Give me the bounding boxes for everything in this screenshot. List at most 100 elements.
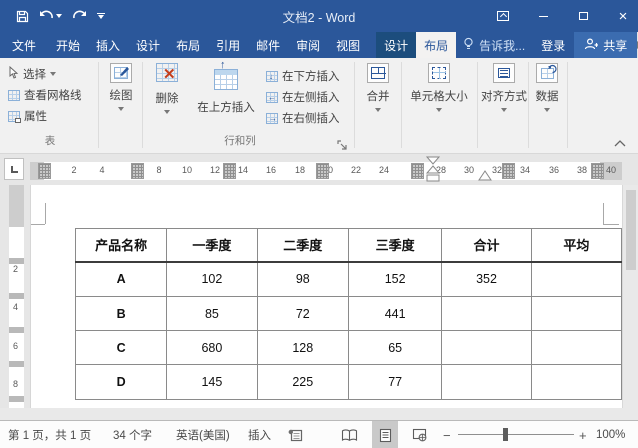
delete-button[interactable]: ✕ 删除 <box>146 63 188 114</box>
zoom-slider-thumb[interactable] <box>503 428 508 441</box>
tab-developer[interactable]: 开发工具 <box>368 32 376 58</box>
table-column-marker[interactable] <box>38 163 51 179</box>
table-cell[interactable]: 352 <box>442 262 531 297</box>
table-cell[interactable] <box>442 297 531 331</box>
table-cell[interactable]: D <box>76 365 167 400</box>
tab-file[interactable]: 文件 <box>0 32 48 58</box>
table-cell[interactable] <box>531 331 621 365</box>
table-cell[interactable]: B <box>76 297 167 331</box>
table-row-marker[interactable] <box>9 361 24 367</box>
zoom-level[interactable]: 100% <box>596 421 625 448</box>
table-cell[interactable] <box>442 331 531 365</box>
web-layout-button[interactable] <box>406 421 432 448</box>
vertical-scrollbar[interactable] <box>622 185 638 420</box>
table-cell[interactable]: 680 <box>167 331 257 365</box>
tell-me-box[interactable]: 告诉我... <box>456 32 532 58</box>
table-cell[interactable]: A <box>76 262 167 297</box>
table-cell[interactable]: 85 <box>167 297 257 331</box>
insert-right-button[interactable]: → 在右侧插入 <box>266 110 340 126</box>
table-cell[interactable]: 77 <box>348 365 441 400</box>
header-cell[interactable]: 平均 <box>531 229 621 262</box>
undo-icon[interactable] <box>39 10 62 22</box>
tab-insert[interactable]: 插入 <box>88 32 128 58</box>
tab-home[interactable]: 开始 <box>48 32 88 58</box>
minimize-icon[interactable] <box>536 9 550 23</box>
language-indicator[interactable]: 英语(美国) <box>176 421 230 448</box>
table-row-marker[interactable] <box>9 327 24 333</box>
properties-button[interactable]: 属性 <box>8 108 47 124</box>
table-cell[interactable] <box>531 262 621 297</box>
table-column-marker[interactable] <box>502 163 515 179</box>
merge-button[interactable]: 合并 <box>357 63 399 112</box>
table-column-marker[interactable] <box>411 163 424 179</box>
table-cell[interactable]: 441 <box>348 297 441 331</box>
sign-in-button[interactable]: 登录 <box>532 32 574 58</box>
document-table[interactable]: 产品名称 一季度 二季度 三季度 合计 平均 A 102 98 152 352 … <box>75 228 622 400</box>
table-cell[interactable]: 128 <box>257 331 348 365</box>
insert-mode[interactable]: 插入 <box>248 421 271 448</box>
tab-references[interactable]: 引用 <box>208 32 248 58</box>
header-cell[interactable]: 合计 <box>442 229 531 262</box>
maximize-icon[interactable] <box>576 9 590 23</box>
indent-markers[interactable] <box>425 155 441 186</box>
table-column-marker[interactable] <box>223 163 236 179</box>
read-mode-button[interactable] <box>336 421 362 448</box>
page-info[interactable]: 第 1 页，共 1 页 <box>8 421 91 448</box>
tab-table-design[interactable]: 设计 <box>376 32 416 58</box>
header-cell[interactable]: 二季度 <box>257 229 348 262</box>
table-cell[interactable] <box>531 297 621 331</box>
header-cell[interactable]: 一季度 <box>167 229 257 262</box>
ribbon-display-options-icon[interactable] <box>496 9 510 23</box>
macro-record-icon[interactable] <box>288 421 303 448</box>
scrollbar-thumb[interactable] <box>626 190 636 270</box>
table-cell[interactable]: 102 <box>167 262 257 297</box>
tab-stop-selector[interactable] <box>4 158 24 180</box>
cell-size-button[interactable]: 单元格大小 <box>405 63 473 112</box>
header-cell[interactable]: 三季度 <box>348 229 441 262</box>
table-cell[interactable]: 152 <box>348 262 441 297</box>
table-cell[interactable] <box>442 365 531 400</box>
table-cell[interactable]: C <box>76 331 167 365</box>
header-cell[interactable]: 产品名称 <box>76 229 167 262</box>
word-count[interactable]: 34 个字 <box>113 421 152 448</box>
table-cell[interactable] <box>531 365 621 400</box>
customize-qat-icon[interactable] <box>97 13 105 19</box>
view-gridlines-button[interactable]: 查看网格线 <box>8 87 82 103</box>
alignment-button[interactable]: 对齐方式 <box>480 63 528 112</box>
tab-design[interactable]: 设计 <box>128 32 168 58</box>
right-indent-marker[interactable] <box>478 170 492 182</box>
draw-table-button[interactable]: 绘图 <box>102 63 140 111</box>
table-cell[interactable]: 65 <box>348 331 441 365</box>
tab-review[interactable]: 审阅 <box>288 32 328 58</box>
zoom-slider-track[interactable] <box>458 434 574 435</box>
zoom-in-button[interactable]: + <box>579 421 587 448</box>
horizontal-ruler[interactable]: 2 4 8 10 12 14 16 18 20 22 24 28 30 32 3… <box>30 162 622 180</box>
table-cell[interactable]: 72 <box>257 297 348 331</box>
vertical-ruler[interactable]: 2 4 6 8 <box>9 185 24 408</box>
select-button[interactable]: 选择 <box>8 66 56 82</box>
table-row-marker[interactable] <box>9 258 24 264</box>
zoom-out-button[interactable]: − <box>443 421 451 448</box>
document-page[interactable]: 产品名称 一季度 二季度 三季度 合计 平均 A 102 98 152 352 … <box>30 185 622 408</box>
data-button[interactable]: 数据 <box>531 63 563 112</box>
tab-view[interactable]: 视图 <box>328 32 368 58</box>
table-column-marker[interactable] <box>316 163 329 179</box>
tab-layout[interactable]: 布局 <box>168 32 208 58</box>
undo-dropdown-icon[interactable] <box>56 14 62 18</box>
table-cell[interactable]: 145 <box>167 365 257 400</box>
table-cell[interactable]: 98 <box>257 262 348 297</box>
table-row-marker[interactable] <box>9 293 24 299</box>
table-column-marker[interactable] <box>591 163 604 179</box>
insert-below-button[interactable]: ↓ 在下方插入 <box>266 68 340 84</box>
table-row-marker[interactable] <box>9 396 24 402</box>
table-cell[interactable]: 225 <box>257 365 348 400</box>
table-column-marker[interactable] <box>131 163 144 179</box>
tab-table-layout[interactable]: 布局 <box>416 32 456 58</box>
insert-above-button[interactable]: ↑ 在上方插入 <box>190 63 262 115</box>
share-button[interactable]: 共享 <box>574 32 637 58</box>
save-icon[interactable] <box>16 10 29 23</box>
print-layout-button[interactable] <box>372 421 398 448</box>
close-icon[interactable]: × <box>616 9 630 23</box>
redo-icon[interactable] <box>72 10 87 22</box>
tab-mailings[interactable]: 邮件 <box>248 32 288 58</box>
